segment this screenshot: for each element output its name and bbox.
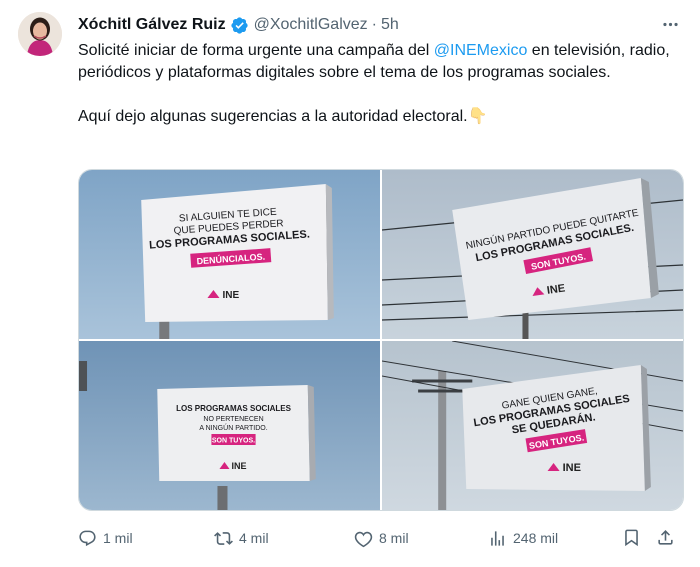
- billboard-photo-4[interactable]: GANE QUIEN GANE, LOS PROGRAMAS SOCIALES …: [382, 341, 683, 510]
- tweet-header: Xóchitl Gálvez Ruiz @XochitlGalvez · 5h: [78, 14, 684, 36]
- separator-dot: ·: [371, 16, 377, 33]
- pointing-down-emoji: 👇: [467, 108, 488, 125]
- tweet-text: Solicité iniciar de forma urgente una ca…: [78, 40, 678, 128]
- views-icon: [491, 530, 504, 546]
- repost-icon: [214, 531, 233, 545]
- author-name[interactable]: Xóchitl Gálvez Ruiz: [78, 16, 226, 34]
- billboard-photo-2[interactable]: NINGÚN PARTIDO PUEDE QUITARTE LOS PROGRA…: [382, 170, 683, 339]
- views-count: 248 mil: [513, 530, 559, 546]
- media-grid: SI ALGUIEN TE DICE QUE PUEDES PERDER LOS…: [78, 169, 684, 511]
- billboard-2-logo: INE: [546, 282, 566, 296]
- billboard-3-line-1: LOS PROGRAMAS SOCIALES: [176, 404, 292, 413]
- heart-icon: [354, 531, 373, 547]
- more-options-icon[interactable]: [658, 12, 682, 36]
- views-button[interactable]: 248 mil: [488, 524, 558, 552]
- tweet-paragraph-2: Aquí dejo algunas sugerencias a la autor…: [78, 106, 678, 128]
- bookmark-icon[interactable]: [620, 526, 642, 548]
- billboard-3-line-2: NO PERTENECEN: [203, 416, 263, 423]
- repost-count: 4 mil: [239, 530, 269, 546]
- reply-count: 1 mil: [103, 530, 133, 546]
- billboard-3-badge: SON TUYOS.: [212, 438, 255, 445]
- author-handle[interactable]: @XochitlGalvez: [254, 16, 368, 34]
- billboard-1-logo: INE: [222, 290, 239, 301]
- billboard-3-line-3: A NINGÚN PARTIDO.: [199, 423, 267, 432]
- tweet[interactable]: Xóchitl Gálvez Ruiz @XochitlGalvez · 5h …: [0, 0, 700, 567]
- tweet-paragraph: Solicité iniciar de forma urgente una ca…: [78, 40, 678, 84]
- tweet-time[interactable]: 5h: [381, 16, 399, 34]
- share-icon[interactable]: [654, 526, 676, 548]
- billboard-photo-3[interactable]: LOS PROGRAMAS SOCIALES NO PERTENECEN A N…: [79, 341, 380, 510]
- reply-icon: [79, 530, 96, 546]
- billboard-3-logo: INE: [232, 461, 247, 471]
- avatar[interactable]: [18, 12, 62, 56]
- action-bar: 1 mil 4 mil 8 mil 248 mil: [78, 524, 682, 552]
- verified-badge-icon: [230, 16, 249, 35]
- reply-button[interactable]: 1 mil: [78, 524, 133, 552]
- text-para2: Aquí dejo algunas sugerencias a la autor…: [78, 108, 468, 125]
- billboard-4-logo: INE: [563, 462, 581, 474]
- like-button[interactable]: 8 mil: [354, 524, 409, 552]
- mention-link[interactable]: @INEMexico: [434, 42, 528, 59]
- text-intro: Solicité iniciar de forma urgente una ca…: [78, 42, 434, 59]
- like-count: 8 mil: [379, 530, 409, 546]
- billboard-photo-1[interactable]: SI ALGUIEN TE DICE QUE PUEDES PERDER LOS…: [79, 170, 380, 339]
- repost-button[interactable]: 4 mil: [214, 524, 269, 552]
